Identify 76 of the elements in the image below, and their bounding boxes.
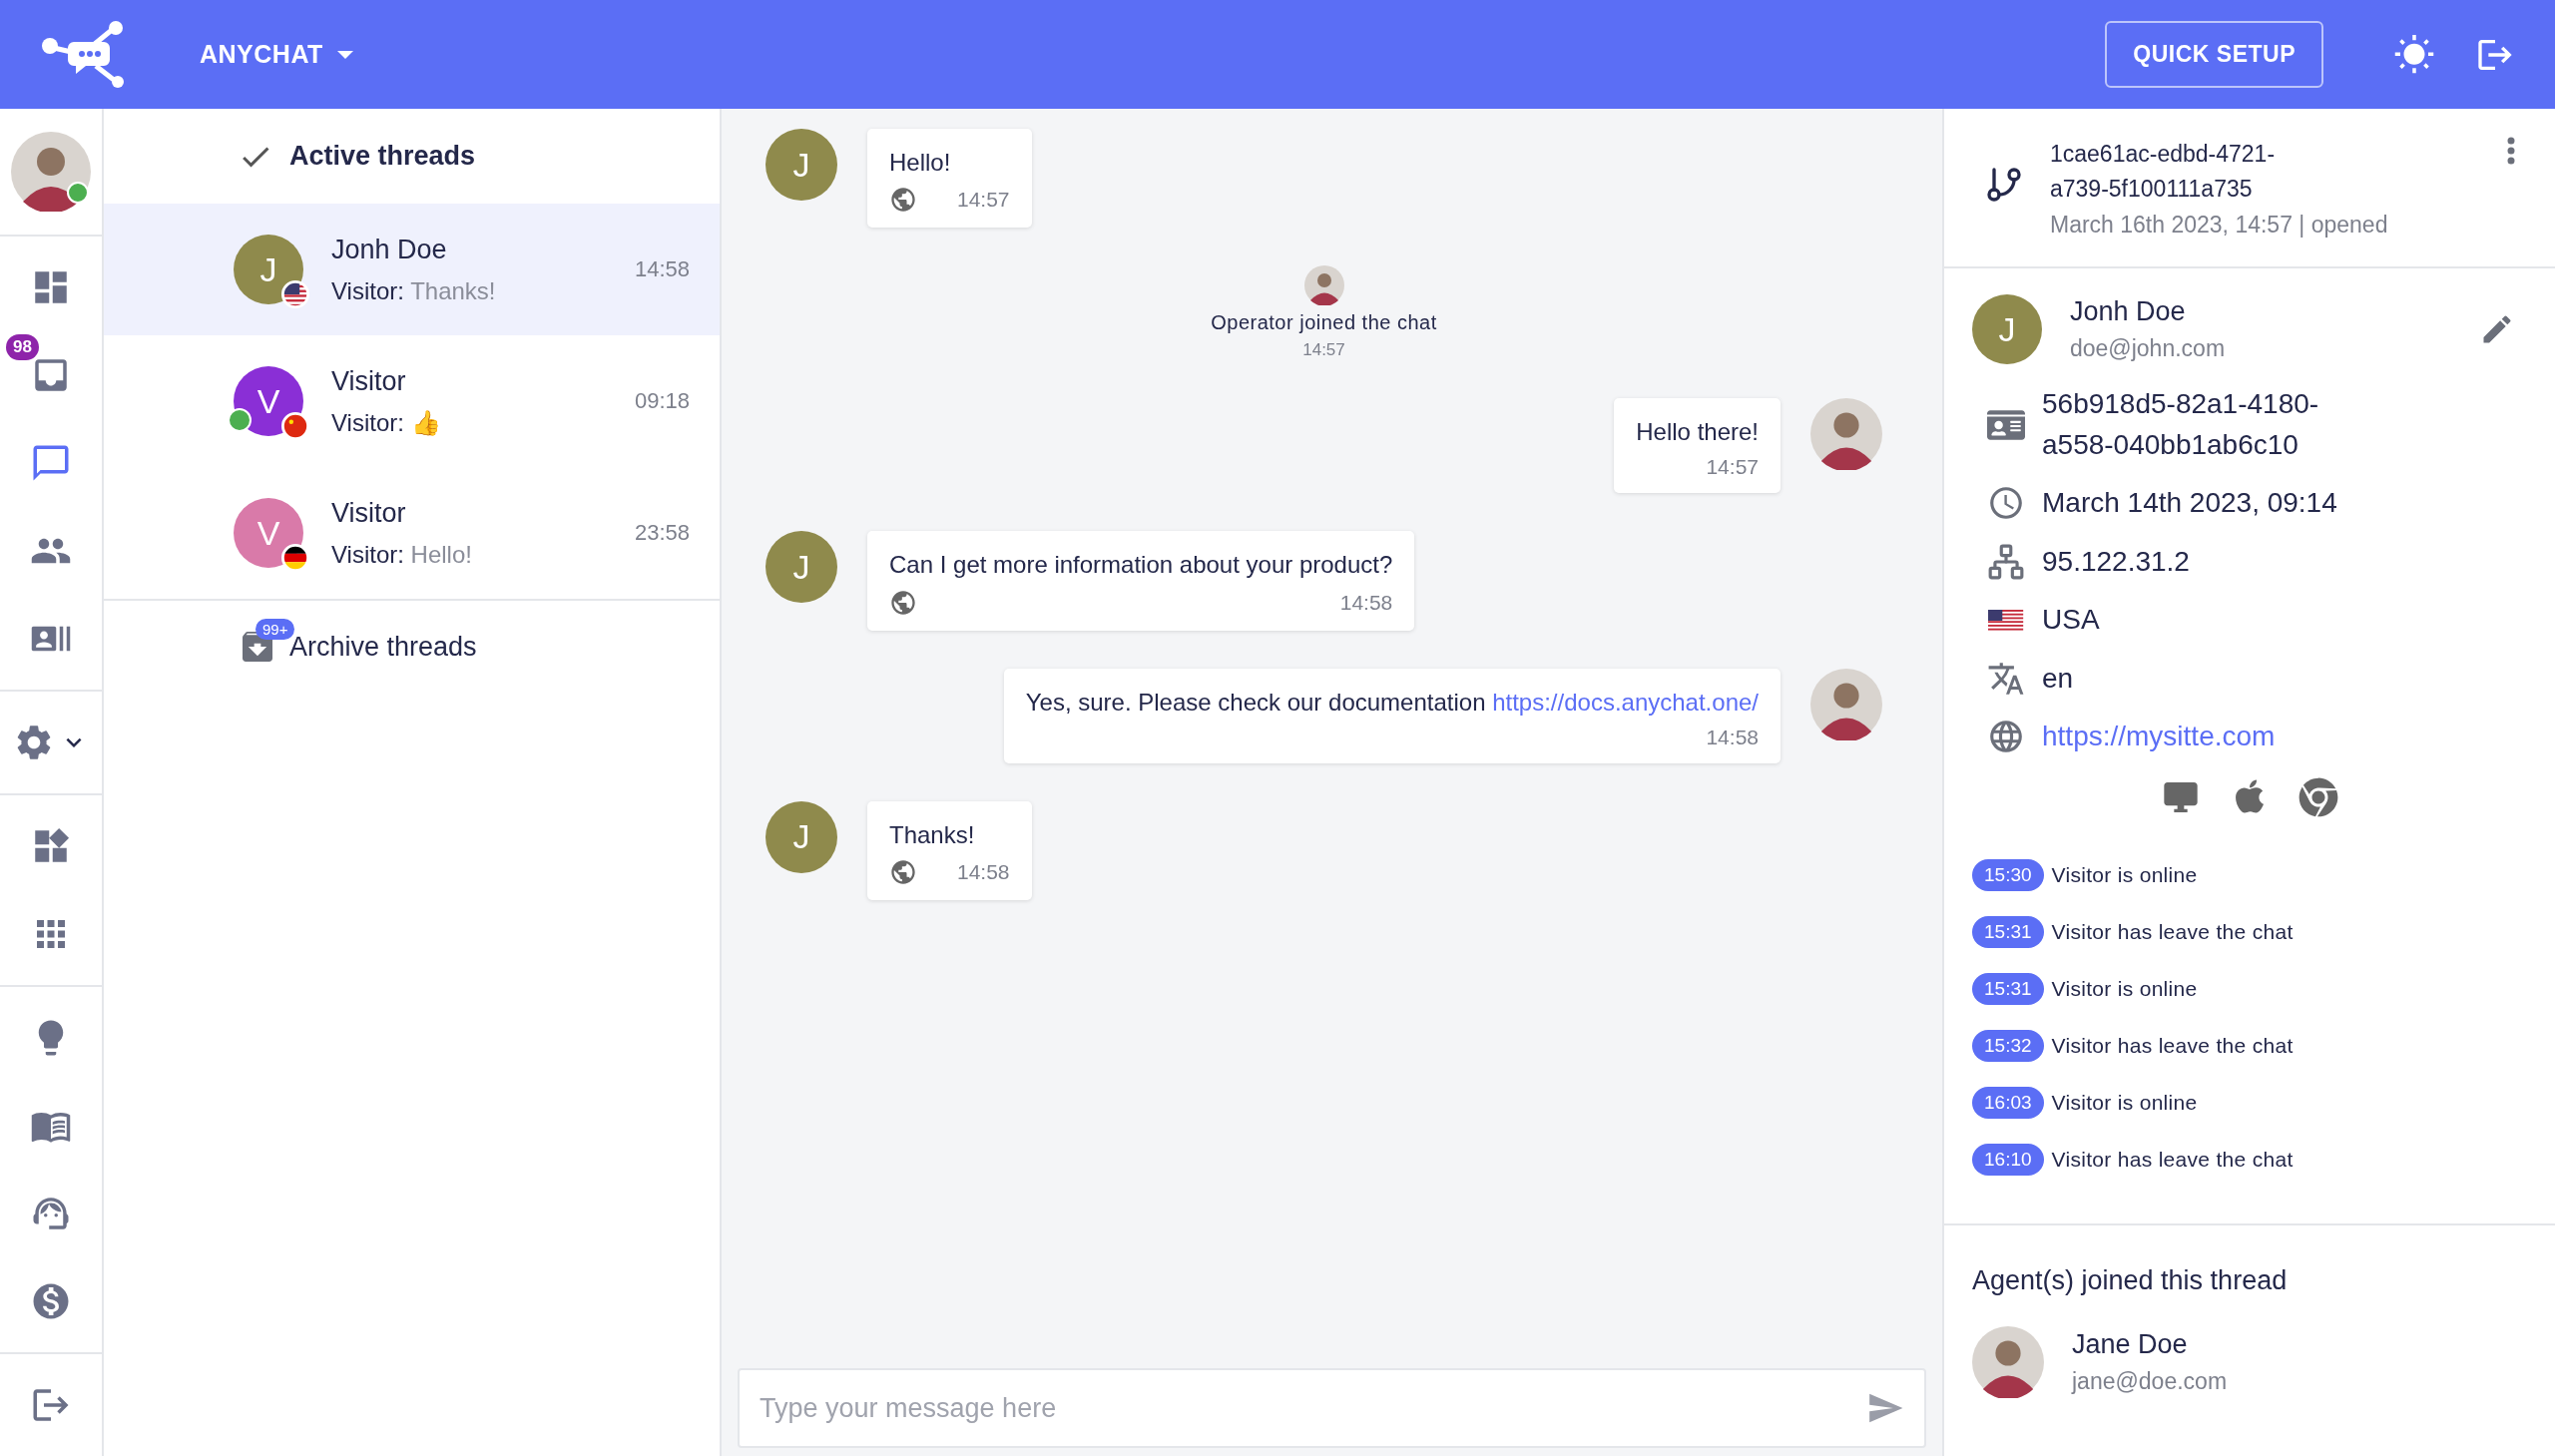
message-input[interactable]: Type your message here	[738, 1368, 1926, 1448]
thread-name: Visitor	[331, 365, 407, 397]
info-text: 95.122.31.2	[2042, 544, 2190, 579]
message-time: 14:57	[1706, 455, 1759, 480]
chrome-icon	[2299, 776, 2338, 817]
globe-icon	[889, 857, 917, 886]
message-text: Thanks!	[889, 819, 976, 850]
theme-button[interactable]	[2393, 33, 2435, 76]
message-time: 14:58	[1706, 725, 1759, 749]
sun-icon	[2393, 33, 2435, 76]
quick-setup-button[interactable]: QUICK SETUP	[2105, 21, 2323, 88]
flag-icon	[281, 544, 309, 572]
caret-icon	[336, 50, 353, 59]
system-note: Operator joined the chat	[1211, 311, 1437, 335]
event-text: Visitor is online	[2051, 862, 2198, 887]
info-text: USA	[2042, 603, 2100, 638]
workspace-menu[interactable]: ANYCHAT	[200, 40, 353, 69]
thread-name: Jonh Doe	[331, 234, 448, 265]
globe-icon	[889, 588, 917, 617]
event-time: 15:32	[1972, 1029, 2044, 1062]
agents-title: Agent(s) joined this thread	[1972, 1264, 2289, 1296]
message-text: Can I get more information about your product?	[889, 550, 1393, 581]
message-time: 14:58	[1339, 590, 1393, 615]
person-avatar	[1303, 265, 1344, 306]
message-time: 14:58	[957, 859, 1010, 884]
count-badge: 99+	[256, 619, 295, 640]
message-text: Hello there!	[1636, 417, 1759, 448]
event-text: Visitor is online	[2051, 976, 2198, 1001]
event-time: 15:30	[1972, 858, 2044, 891]
thread-meta: March 16th 2023, 14:57 | opened	[2050, 212, 2389, 239]
event-text: Visitor is online	[2051, 1090, 2198, 1115]
initial-avatar: J	[766, 531, 837, 604]
thread-preview: Visitor: Thanks!	[331, 276, 497, 305]
agent-name: Jane Doe	[2072, 1328, 2189, 1360]
visitor-name: Jonh Doe	[2070, 296, 2187, 327]
event-text: Visitor has leave the chat	[2051, 919, 2294, 944]
thread-preview: Visitor: Hello!	[331, 540, 473, 569]
globe-icon	[889, 186, 917, 215]
agent-email: jane@doe.com	[2072, 1367, 2229, 1395]
count-badge: 98	[6, 334, 39, 360]
thread-preview: Visitor: 👍	[331, 408, 442, 437]
event-time: 15:31	[1972, 915, 2044, 948]
flag-icon	[1988, 609, 2024, 632]
message-text: Yes, sure. Please check our documentation https://docs.anychat.one/	[1025, 687, 1759, 718]
initial-avatar: J	[766, 129, 837, 201]
info-text: March 14th 2023, 09:14	[2042, 486, 2337, 521]
info-text: 56b918d5-82a1-4180-a558-040bb1ab6c10	[2042, 387, 2320, 462]
branch-icon	[1984, 165, 2024, 205]
network-icon	[1987, 543, 2025, 582]
event-time: 16:03	[1972, 1086, 2044, 1119]
website-link[interactable]: https://mysitte.com	[2042, 720, 2276, 752]
event-time: 15:31	[1972, 972, 2044, 1005]
message-time: 14:57	[957, 188, 1010, 213]
thread-name: Visitor	[331, 497, 407, 529]
initial-avatar: J	[234, 235, 303, 304]
system-time: 14:57	[1302, 340, 1345, 361]
thread-time: 23:58	[634, 520, 690, 546]
thread-item[interactable]: J Jonh Doe Visitor: Thanks! 14:58	[104, 204, 720, 335]
event-text: Visitor has leave the chat	[2051, 1147, 2294, 1172]
initial-avatar: J	[1972, 294, 2042, 364]
flag-icon	[281, 280, 309, 308]
initial-avatar: V	[234, 498, 303, 568]
initial-avatar: J	[766, 800, 837, 873]
section-title: Active threads	[289, 141, 476, 172]
visitor-email: doe@john.com	[2070, 335, 2227, 362]
more-button[interactable]	[2507, 137, 2515, 165]
thread-id: 1cae61ac-edbd-4721-a739-5f100111a735	[2050, 140, 2277, 204]
more-icon	[2507, 137, 2515, 165]
docs-link[interactable]: https://docs.anychat.one/	[1492, 688, 1759, 716]
message-text: Hello!	[889, 148, 952, 178]
event-time: 16:10	[1972, 1143, 2044, 1176]
info-text: en	[2042, 661, 2074, 696]
thread-time: 14:58	[634, 256, 690, 282]
event-text: Visitor has leave the chat	[2051, 1033, 2294, 1058]
thread-time: 09:18	[634, 388, 690, 414]
flag-icon	[281, 412, 309, 440]
